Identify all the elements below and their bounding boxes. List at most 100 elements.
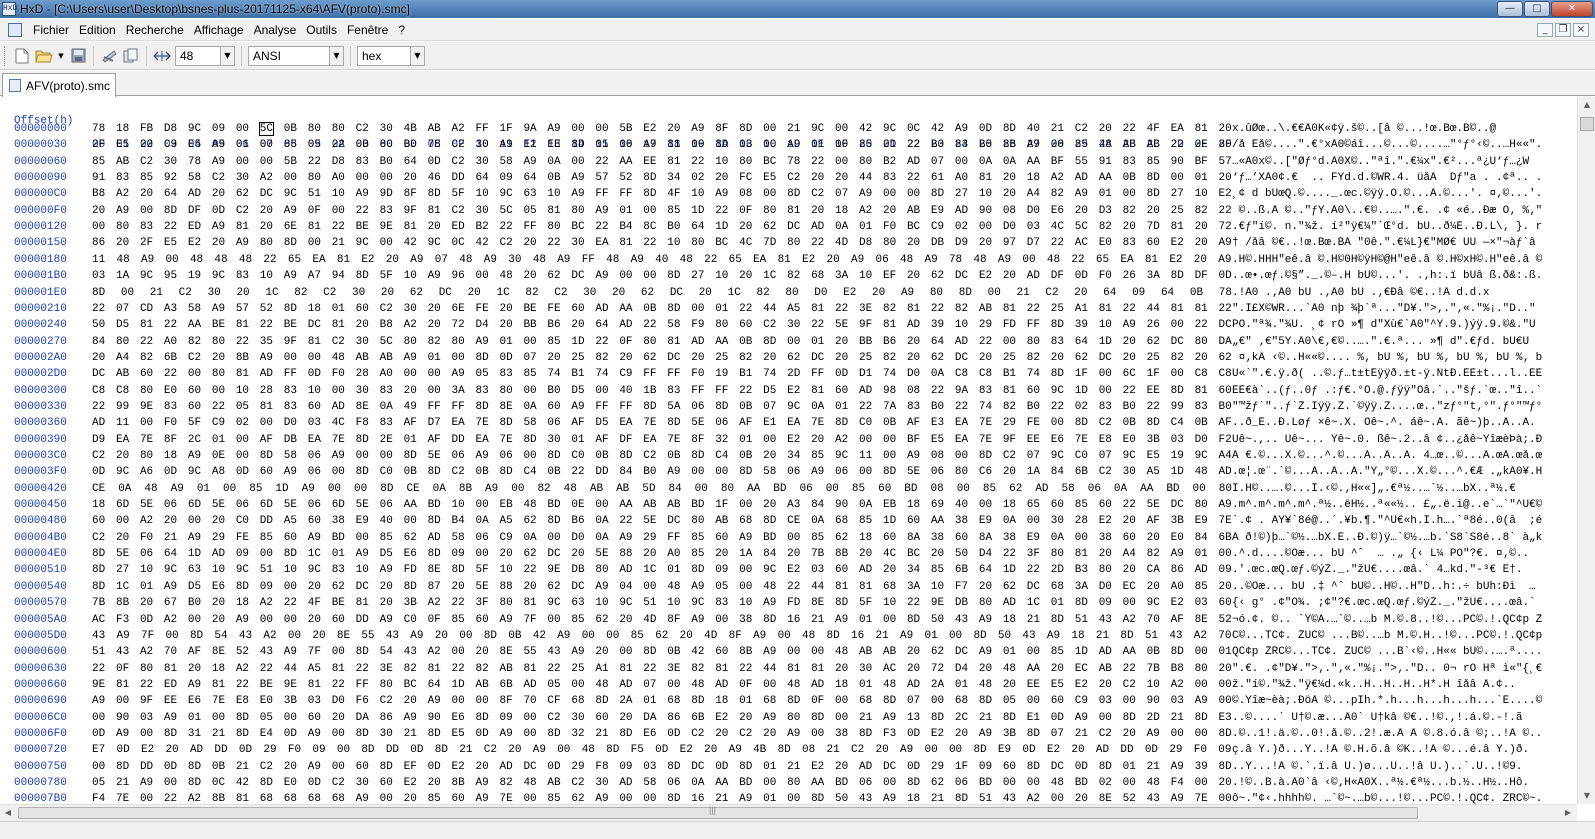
hex-byte[interactable]: 60 [1219,385,1232,397]
hex-byte[interactable]: 00 [288,630,301,642]
hex-byte[interactable]: BC [571,221,584,233]
hex-byte[interactable]: 85 [1075,499,1088,511]
hex-byte[interactable]: 2A [619,695,632,707]
hex-byte[interactable]: 8D [484,630,497,642]
hex-byte[interactable]: 00 [356,139,369,151]
hex-byte[interactable]: E9 [1195,515,1208,527]
hex-byte[interactable]: A9 [1195,695,1208,707]
hex-byte[interactable]: 22 [308,156,321,168]
hex-byte[interactable]: 7E [332,434,345,446]
hex-byte[interactable]: 30 [356,336,369,348]
hex-byte[interactable]: 8D [356,646,369,658]
hex-byte[interactable]: 1C [728,287,741,299]
hex-byte[interactable]: 20 [164,515,177,527]
hex-byte[interactable]: 20 [1075,793,1088,804]
hex-byte[interactable]: AB [643,499,656,511]
hex-byte[interactable]: A9 [476,793,489,804]
hex-byte[interactable]: 20 [1195,237,1208,249]
hex-byte[interactable]: 00 [236,450,249,462]
hex-byte[interactable]: 20 [835,172,848,184]
hex-byte[interactable]: 8D [356,466,369,478]
hex-byte[interactable]: 21 [1027,614,1040,626]
hex-byte[interactable]: 20 [835,761,848,773]
hex-byte[interactable]: A9 [356,793,369,804]
hex-byte[interactable]: 5E [428,450,441,462]
hex-byte[interactable]: 1F [1075,368,1088,380]
hex-byte[interactable]: 60 [476,614,489,626]
hex-byte[interactable]: CD [140,303,153,315]
hex-byte[interactable]: 19 [188,270,201,282]
hex-byte[interactable]: 84 [668,483,681,495]
row-text[interactable]: ".Í£X©WR...`Â0 nþ ¾þ`­ª..."D¥.">‚."‚«."%… [1232,303,1542,315]
hex-byte[interactable]: 9A [523,123,536,135]
hex-byte[interactable]: DC [523,761,536,773]
hex-byte[interactable]: DA [643,712,656,724]
hex-byte[interactable]: 58 [643,777,656,789]
hex-byte[interactable]: 4D [643,614,656,626]
hex-byte[interactable]: 00 [140,728,153,740]
hex-byte[interactable]: 7A [883,401,896,413]
hex-byte[interactable]: B0 [380,156,393,168]
hex-byte[interactable]: 43 [239,630,252,642]
hex-byte[interactable]: 48 [900,254,913,266]
hex-byte[interactable]: 62 [763,221,776,233]
hex-byte[interactable]: 00 [883,777,896,789]
hex-byte[interactable]: 0D [92,466,105,478]
hex-byte[interactable]: 20 [739,270,752,282]
hex-byte[interactable]: A9 [308,532,321,544]
hex-byte[interactable]: E0 [1099,237,1112,249]
hex-byte[interactable]: FE [476,303,489,315]
hex-byte[interactable]: A9 [979,728,992,740]
hex-byte[interactable]: A9 [900,744,913,756]
hex-byte[interactable]: 00 [476,548,489,560]
hex-byte[interactable]: 00 [691,466,704,478]
hex-byte[interactable]: 4C [1051,221,1064,233]
hex-byte[interactable]: 22 [979,336,992,348]
hex-byte[interactable]: D4 [979,548,992,560]
row-text[interactable]: Ü«`".€.­ÿ.ð( ..©.ƒ…t±tÉÿÿð.±t-ÿ.ÑtÐ.ÈÈ±t… [1232,368,1542,380]
hex-byte[interactable]: BB [859,336,872,348]
hex-byte[interactable]: 00 [140,205,153,217]
hex-byte[interactable]: A9 [691,614,704,626]
hex-byte[interactable]: 48 [787,679,800,691]
hex-byte[interactable]: AD [619,777,632,789]
hex-byte[interactable]: C2 [1075,123,1088,135]
hex-byte[interactable]: 00 [1099,385,1112,397]
hex-byte[interactable]: 22 [140,336,153,348]
hex-byte[interactable]: 48 [1003,663,1016,675]
hex-byte[interactable]: 62 [931,777,944,789]
hex-byte[interactable]: 48 [1147,777,1160,789]
hex-byte[interactable]: 40 [655,254,668,266]
hex-byte[interactable]: 8D [260,777,273,789]
row-bytes[interactable]: B8 A2 20 64 AD 20 62 DC 9C 51 10 A9 9D 8F 8D 5F 10 9C 63 10… [92,188,1232,200]
hex-byte[interactable]: 30 [380,123,393,135]
hex-byte[interactable]: 25 [571,352,584,364]
hex-byte[interactable]: 20 [612,287,625,299]
hex-byte[interactable]: 38 [1003,532,1016,544]
hex-byte[interactable]: 64 [1161,287,1174,299]
hex-byte[interactable]: 52 [260,303,273,315]
hex-byte[interactable]: 84 [92,336,105,348]
row-text[interactable]: † /åâ ©€..!œ.Bœ.BÂ "0ê.".€¼L}€"MØ€ ÛÙ —×… [1232,237,1542,249]
hex-byte[interactable]: 81 [907,303,920,315]
row-bytes[interactable]: 51 43 A2 70 AF 8E 52 43 A9 7F 00 8D 54 43 A2 00 20 8E 55 43… [92,646,1232,658]
hex-byte[interactable]: 20 [499,548,512,560]
chevron-down-icon[interactable]: ▼ [220,46,234,65]
row-text[interactable]: ..©Õæ... bÜ .‡ ^ˆ bÜ©..H©..H"D..h:.÷ bÜh… [1232,581,1542,593]
hex-byte[interactable]: AF [907,417,920,429]
hex-byte[interactable]: 00 [1123,695,1136,707]
hex-byte[interactable]: FF [428,401,441,413]
hex-byte[interactable]: EE [547,139,560,151]
hex-byte[interactable]: C2 [1099,466,1112,478]
hex-byte[interactable]: 48 [523,777,536,789]
hex-byte[interactable]: A9 [619,532,632,544]
hex-byte[interactable]: E2 [1047,744,1060,756]
hex-byte[interactable]: A9 [284,205,297,217]
hex-byte[interactable]: 8D [973,744,986,756]
hex-byte[interactable]: C2 [92,532,105,544]
hex-byte[interactable]: 0B [1147,646,1160,658]
hex-byte[interactable]: 8B [1003,139,1016,151]
hex-byte[interactable]: 60 [332,614,345,626]
hex-byte[interactable]: 00 [260,548,273,560]
hex-byte[interactable]: 20 [1147,205,1160,217]
